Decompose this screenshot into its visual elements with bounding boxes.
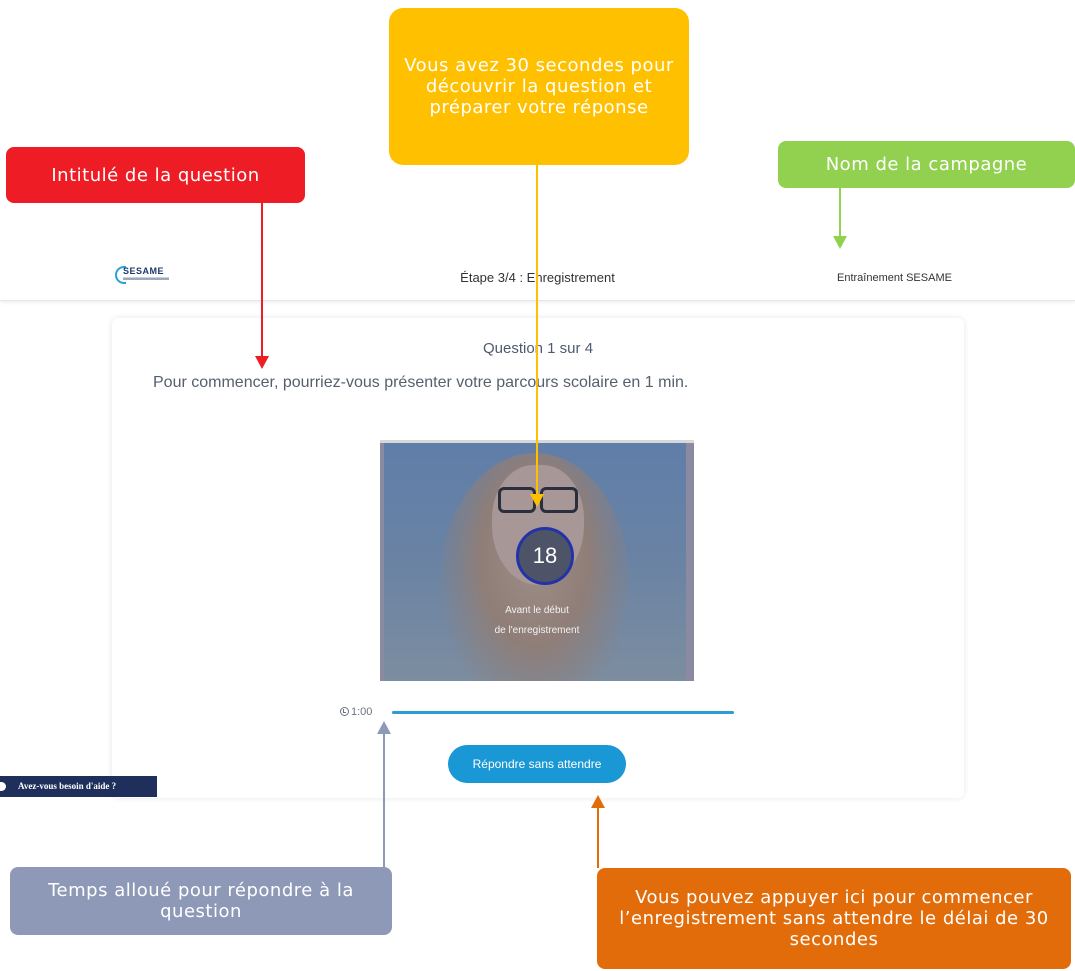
callout-campaign-name: Nom de la campagne — [778, 141, 1075, 188]
arrow-orange — [591, 795, 605, 868]
callout-skip-wait: Vous pouvez appuyer ici pour commencer l… — [597, 868, 1071, 969]
arrow-green — [833, 188, 847, 249]
arrow-red — [255, 203, 269, 369]
callout-prep-time: Vous avez 30 secondes pour découvrir la … — [389, 8, 689, 165]
arrow-grey — [377, 721, 391, 867]
arrow-yellow — [530, 165, 544, 507]
callout-allotted-time: Temps alloué pour répondre à la question — [10, 867, 392, 935]
callout-question-title: Intitulé de la question — [6, 147, 305, 203]
